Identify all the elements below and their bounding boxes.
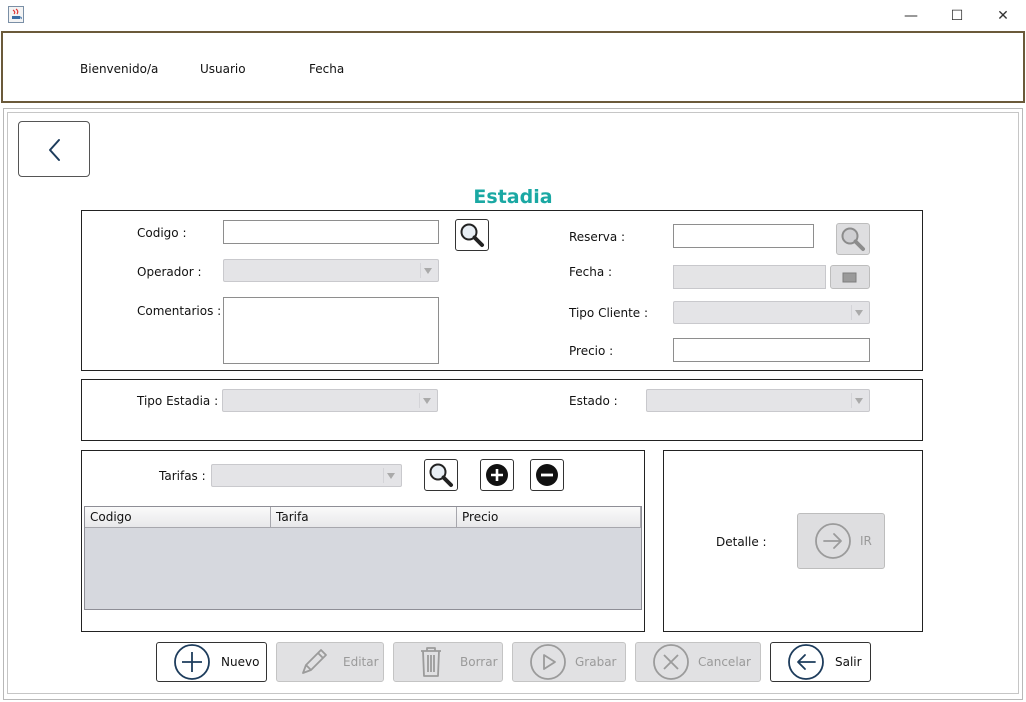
column-header-codigo[interactable]: Codigo [85,507,271,528]
detalle-label: Detalle : [716,535,767,549]
tipo-estadia-label: Tipo Estadia : [137,394,219,408]
search-tarifas-button[interactable] [424,459,458,491]
operador-select[interactable] [223,259,439,282]
operador-label: Operador : [137,265,202,279]
plus-circle-icon [486,464,508,486]
codigo-label: Codigo : [137,226,187,240]
precio-label: Precio : [569,344,614,358]
tipo-estadia-select[interactable] [222,389,438,412]
search-codigo-button[interactable] [455,219,489,251]
editar-label: Editar [343,655,379,669]
borrar-label: Borrar [460,655,498,669]
chevron-left-icon [49,139,60,161]
cancel-icon [653,644,689,680]
trash-icon [421,647,441,677]
chevron-down-icon [855,397,863,404]
close-button[interactable]: ✕ [980,0,1026,31]
date-label: Fecha [309,62,345,76]
fecha-date-field[interactable] [673,265,826,289]
back-button[interactable] [18,121,90,177]
welcome-label: Bienvenido/a [80,62,159,76]
close-icon: ✕ [997,7,1009,24]
user-label: Usuario [200,62,246,76]
minimize-button[interactable]: — [888,0,934,31]
borrar-button[interactable]: Borrar [393,642,503,682]
cancelar-button[interactable]: Cancelar [635,642,761,682]
search-reserva-button[interactable] [836,223,870,255]
play-icon [530,644,566,680]
column-header-precio[interactable]: Precio [457,507,641,528]
arrow-left-circle-icon [788,644,824,680]
editar-button[interactable]: Editar [276,642,384,682]
plus-icon [174,644,210,680]
chevron-down-icon [423,397,431,404]
cancelar-label: Cancelar [698,655,751,669]
search-icon [429,463,453,487]
fecha-label: Fecha : [569,265,613,279]
precio-input[interactable] [673,338,870,362]
nuevo-button[interactable]: Nuevo [156,642,267,682]
maximize-button[interactable]: ☐ [934,0,980,31]
tipo-cliente-select[interactable] [673,301,870,324]
comentarios-textarea[interactable] [223,297,439,364]
search-icon [841,227,865,251]
arrow-right-circle-icon [815,523,851,559]
salir-button[interactable]: Salir [770,642,871,682]
search-icon [460,223,484,247]
tarifas-label: Tarifas : [159,469,206,483]
maximize-icon: ☐ [950,7,964,24]
reserva-input[interactable] [673,224,814,248]
title-bar: — ☐ ✕ [0,0,1026,31]
add-tarifa-button[interactable] [480,459,514,491]
grabar-button[interactable]: Grabar [512,642,626,682]
comentarios-label: Comentarios : [137,304,222,318]
column-header-tarifa[interactable]: Tarifa [271,507,457,528]
ir-label: IR [860,534,872,548]
tarifas-table[interactable]: Codigo Tarifa Precio [84,506,642,610]
salir-label: Salir [835,655,862,669]
ir-button[interactable]: IR [797,513,885,569]
chevron-down-icon [424,267,432,274]
chevron-down-icon [387,472,395,479]
grabar-label: Grabar [575,655,617,669]
tarifas-select[interactable] [211,464,402,487]
minimize-icon: — [904,7,918,24]
reserva-label: Reserva : [569,230,626,244]
chevron-down-icon [855,309,863,316]
codigo-input[interactable] [223,220,439,244]
page-title: Estadia [473,186,553,208]
calendar-icon [842,272,857,283]
remove-tarifa-button[interactable] [530,459,564,491]
tipo-cliente-label: Tipo Cliente : [569,306,649,320]
java-app-icon [8,6,24,23]
nuevo-label: Nuevo [221,655,260,669]
pencil-icon [302,649,327,674]
estado-label: Estado : [569,394,618,408]
minus-circle-icon [536,464,558,486]
estado-select[interactable] [646,389,870,412]
calendar-button[interactable] [830,265,870,289]
